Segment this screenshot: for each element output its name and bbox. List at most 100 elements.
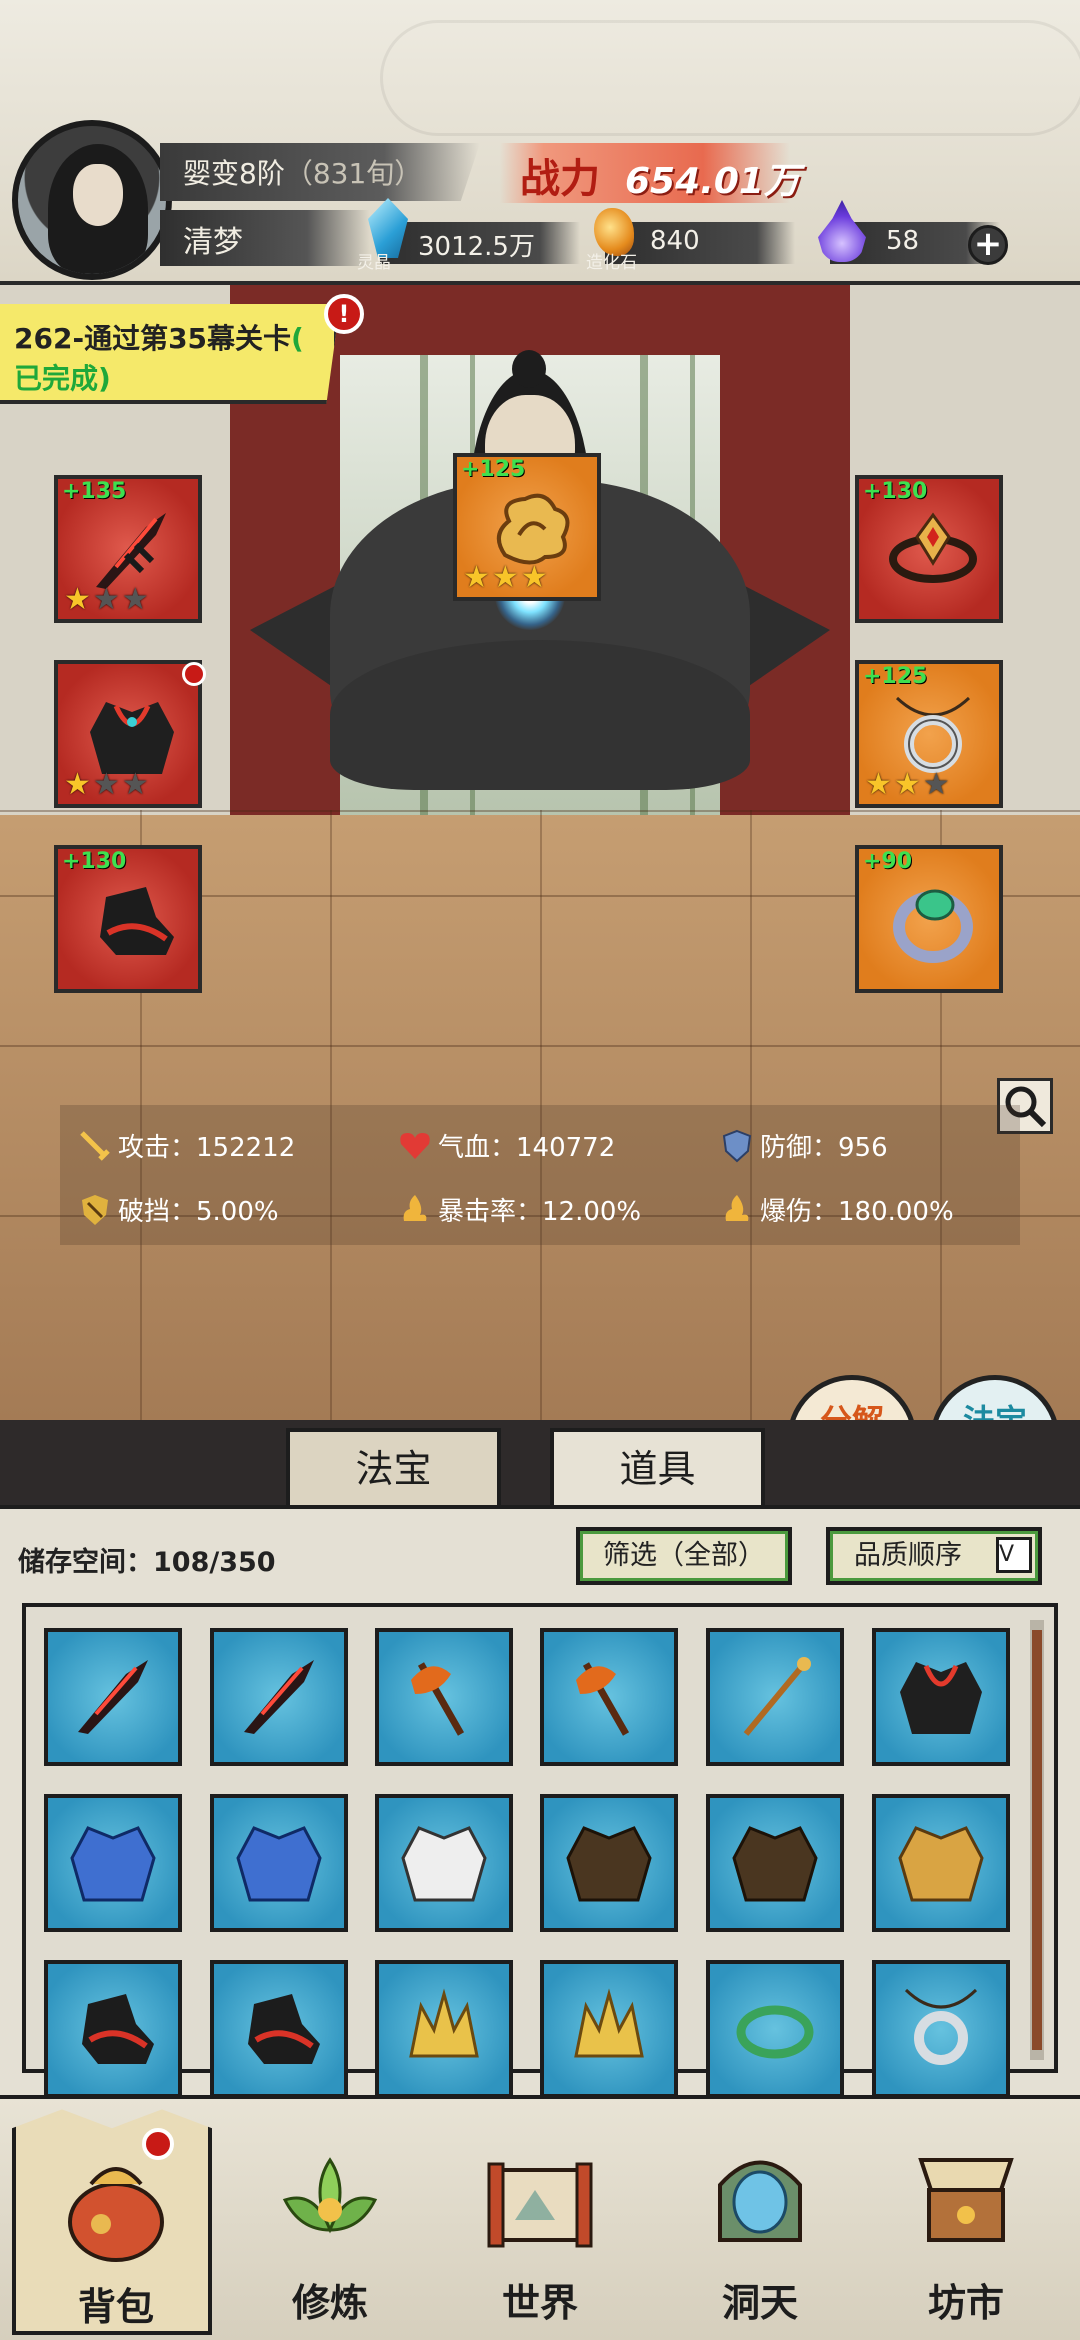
chevron-down-icon: V <box>996 1537 1032 1573</box>
realm-age: （831旬） <box>284 157 423 190</box>
inventory-item-brown-cloak[interactable] <box>540 1794 678 1932</box>
inventory-item-fire-axe[interactable] <box>375 1628 513 1766</box>
quest-paren: ( <box>291 322 304 355</box>
inventory-item-golden-staff[interactable] <box>706 1628 844 1766</box>
inventory-item-red-boots[interactable] <box>210 1960 348 2098</box>
inventory-item-blue-robe[interactable] <box>44 1794 182 1932</box>
fire-axe-icon <box>411 1662 465 1736</box>
inventory-item-dark-blade[interactable] <box>210 1628 348 1766</box>
sword-icon <box>80 1130 110 1161</box>
equip-slot-headband[interactable]: +130 <box>855 475 1003 623</box>
star-icon: ★ <box>92 582 120 617</box>
ring-bonus: +90 <box>863 849 913 874</box>
crit-flame-icon <box>403 1194 427 1221</box>
inventory-item-red-boots[interactable] <box>44 1960 182 2098</box>
add-resource-button[interactable]: + <box>968 225 1008 265</box>
filter-button[interactable]: 筛选（全部） <box>576 1527 792 1585</box>
stat-crit-damage: 爆伤：180.00% <box>720 1191 954 1228</box>
brown-cloak-icon <box>732 1826 818 1902</box>
player-avatar[interactable] <box>12 120 172 280</box>
pendant-stars: ★ ★ ★ <box>865 770 950 800</box>
inventory-item-dark-blade[interactable] <box>44 1628 182 1766</box>
inventory-item-silver-pendant[interactable] <box>872 1960 1010 2098</box>
world-scroll-icon <box>487 2162 593 2248</box>
stat-defense: 防御：956 <box>720 1127 888 1164</box>
boots-bonus: +130 <box>62 849 127 874</box>
stat-crit-rate: 暴击率：12.00% <box>398 1191 641 1228</box>
nav-cultivate-label: 修炼 <box>291 2280 368 2325</box>
market-chest-icon <box>918 2158 1014 2242</box>
golden-armor-icon <box>898 1826 984 1902</box>
dark-blade-icon <box>78 1660 148 1734</box>
quest-title: 262-通过第35幕关卡 <box>14 322 292 355</box>
star-icon: ★ <box>64 767 91 802</box>
quest-status: 已完成) <box>14 362 111 395</box>
equip-slot-boots[interactable]: +130 <box>54 845 202 993</box>
headband-bonus: +130 <box>863 479 928 504</box>
inventory-item-white-robe[interactable] <box>375 1794 513 1932</box>
inventory-item-golden-crown[interactable] <box>540 1960 678 2098</box>
robe-alert-dot <box>182 662 206 686</box>
realm-text: 婴变8阶（831旬） <box>183 152 422 192</box>
inventory-item-blue-robe[interactable] <box>210 1794 348 1932</box>
inventory-item-fire-axe[interactable] <box>540 1628 678 1766</box>
stat-break-text: 破挡：5.00% <box>118 1197 279 1227</box>
charm-bonus: +125 <box>461 457 526 482</box>
portal-icon <box>718 2160 802 2242</box>
equip-slot-charm[interactable]: +125 ★ ★ ★ <box>453 453 601 601</box>
nav-bag[interactable]: 背包 <box>12 2109 212 2335</box>
star-icon: ★ <box>121 582 149 617</box>
inventory-scrollbar-thumb[interactable] <box>1032 1630 1042 2050</box>
combat-power-label: 战力 <box>520 155 600 202</box>
creation-stone-value: 840 <box>650 226 700 256</box>
silver-pendant-icon <box>895 696 971 773</box>
tab-treasure[interactable]: 法宝 <box>286 1428 501 1505</box>
white-robe-icon <box>401 1826 487 1902</box>
nav-cultivate[interactable]: 修炼 <box>230 2100 430 2335</box>
spirit-crystal-value: 3012.5万 <box>418 232 535 262</box>
realm-level: 婴变8阶 <box>183 157 285 190</box>
weapon-bonus: +135 <box>62 479 127 504</box>
quest-alert-badge: ! <box>324 294 364 334</box>
star-icon: ★ <box>520 560 548 595</box>
pendant-bonus: +125 <box>863 664 928 689</box>
red-boots-icon <box>248 1994 320 2064</box>
bag-alert-dot <box>142 2128 174 2160</box>
equip-slot-robe[interactable]: ★ ★ ★ <box>54 660 202 808</box>
fire-axe-icon <box>576 1662 630 1736</box>
stat-crit-rate-text: 暴击率：12.00% <box>438 1197 642 1227</box>
nav-cave[interactable]: 洞天 <box>660 2100 860 2335</box>
broken-shield-icon <box>82 1194 108 1225</box>
inventory-item-brown-cloak[interactable] <box>706 1794 844 1932</box>
brown-cloak-icon <box>566 1826 652 1902</box>
bag-icon <box>68 2167 164 2262</box>
charm-stars: ★ ★ ★ <box>463 563 548 593</box>
lotus-icon <box>282 2157 378 2234</box>
cloud-charm-icon <box>497 493 570 565</box>
tab-items[interactable]: 道具 <box>550 1428 765 1505</box>
equip-slot-pendant[interactable]: +125 ★ ★ ★ <box>855 660 1003 808</box>
star-icon: ★ <box>463 560 490 595</box>
jade-wreath-icon <box>736 2005 814 2059</box>
inventory-item-dark-robe[interactable] <box>872 1628 1010 1766</box>
inventory-item-golden-crown[interactable] <box>375 1960 513 2098</box>
inventory-item-golden-armor[interactable] <box>872 1794 1010 1932</box>
star-icon: ★ <box>121 767 149 802</box>
nav-world-label: 世界 <box>501 2280 578 2325</box>
robe-stars: ★ ★ ★ <box>64 770 149 800</box>
sort-dropdown[interactable]: 品质顺序 V <box>826 1527 1042 1585</box>
blue-robe-icon <box>70 1826 156 1902</box>
stat-hp-text: 气血：140772 <box>438 1133 616 1163</box>
nav-world[interactable]: 世界 <box>440 2100 640 2335</box>
star-icon: ★ <box>893 767 921 802</box>
nav-bag-label: 背包 <box>77 2284 154 2329</box>
equip-slot-ring[interactable]: +90 <box>855 845 1003 993</box>
golden-crown-icon <box>409 1988 479 2058</box>
nav-market[interactable]: 坊市 <box>866 2100 1066 2335</box>
dark-blade-icon <box>244 1660 314 1734</box>
quest-text-line1[interactable]: 262-通过第35幕关卡( <box>14 317 304 357</box>
inventory-item-jade-wreath[interactable] <box>706 1960 844 2098</box>
player-name: 清梦 <box>183 225 243 260</box>
equip-slot-weapon[interactable]: +135 ★ ★ ★ <box>54 475 202 623</box>
stat-break: 破挡：5.00% <box>78 1191 279 1228</box>
